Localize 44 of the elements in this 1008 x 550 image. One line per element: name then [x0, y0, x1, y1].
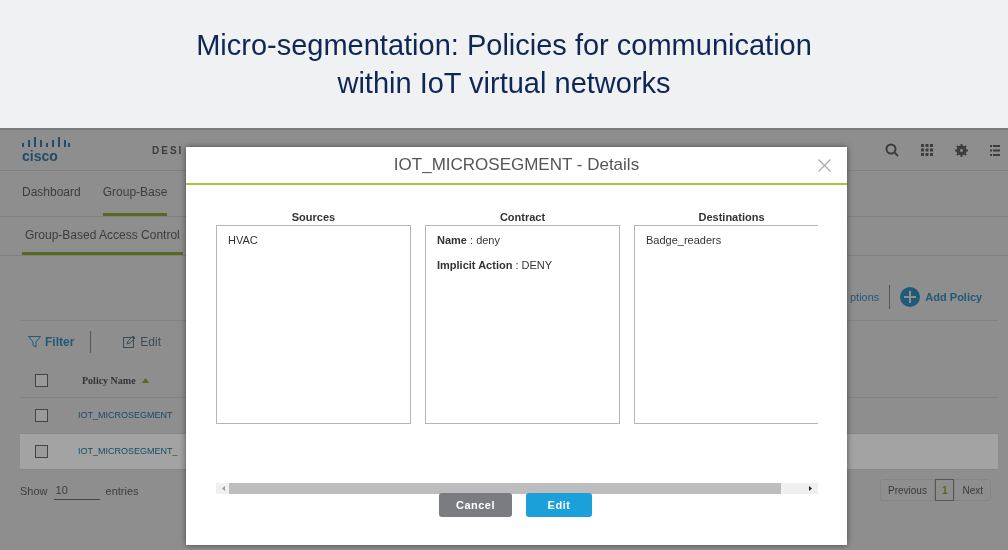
- checkbox[interactable]: [35, 409, 48, 422]
- column-heading: Contract: [498, 210, 547, 225]
- search-icon[interactable]: [885, 143, 899, 157]
- list-icon[interactable]: [990, 144, 1000, 156]
- options-link[interactable]: ptions: [850, 288, 880, 306]
- edit-button[interactable]: Edit: [526, 493, 592, 517]
- logo-bars-icon: [22, 137, 70, 149]
- filter-icon: [28, 336, 41, 348]
- entries-label: entries: [105, 483, 139, 499]
- tab[interactable]: Dashboard: [22, 171, 81, 216]
- policy-link[interactable]: IOT_MICROSEGMENT: [78, 408, 173, 423]
- entries-label: Show: [20, 483, 48, 499]
- sort-up-icon: [141, 377, 149, 383]
- tab[interactable]: Group-Based Access Control: [22, 217, 183, 255]
- edit-icon: [123, 336, 136, 348]
- checkbox[interactable]: [35, 373, 48, 387]
- edit-button[interactable]: Edit: [123, 333, 162, 351]
- cancel-button[interactable]: Cancel: [439, 493, 512, 517]
- entries-field[interactable]: 10: [53, 482, 100, 500]
- add-policy-button[interactable]: Add Policy: [900, 287, 983, 307]
- tab[interactable]: Group-Base: [102, 171, 168, 216]
- list-item: Implicit Action : DENY: [437, 257, 554, 273]
- checkbox[interactable]: [35, 445, 48, 458]
- grid-icon[interactable]: [921, 144, 933, 156]
- page-button[interactable]: 1: [934, 479, 955, 501]
- next-button[interactable]: Next: [954, 479, 992, 501]
- slide-title: within IoT virtual networks: [337, 66, 671, 101]
- slide-title: Micro-segmentation: Policies for communication: [196, 28, 812, 63]
- column-header[interactable]: Policy Name: [82, 372, 149, 388]
- column-heading: Destinations: [697, 210, 766, 225]
- column-heading: Sources: [290, 210, 337, 225]
- list-item: Badge_readers: [646, 233, 723, 248]
- previous-button[interactable]: Previous: [880, 479, 935, 501]
- settings-icon[interactable]: [955, 143, 968, 157]
- close-icon[interactable]: [818, 159, 831, 172]
- logo-text: cisco: [22, 149, 58, 163]
- list-item: Name : deny: [437, 233, 501, 248]
- policy-link[interactable]: IOT_MICROSEGMENT_: [78, 444, 178, 459]
- filter-button[interactable]: Filter: [28, 333, 75, 351]
- nav-label[interactable]: DESI: [152, 142, 184, 158]
- scroll-bar[interactable]: [216, 483, 818, 494]
- dialog-title: IOT_MICROSEGMENT - Details: [393, 154, 640, 177]
- list-item: HVAC: [228, 233, 259, 248]
- plus-circle-icon: [900, 287, 921, 307]
